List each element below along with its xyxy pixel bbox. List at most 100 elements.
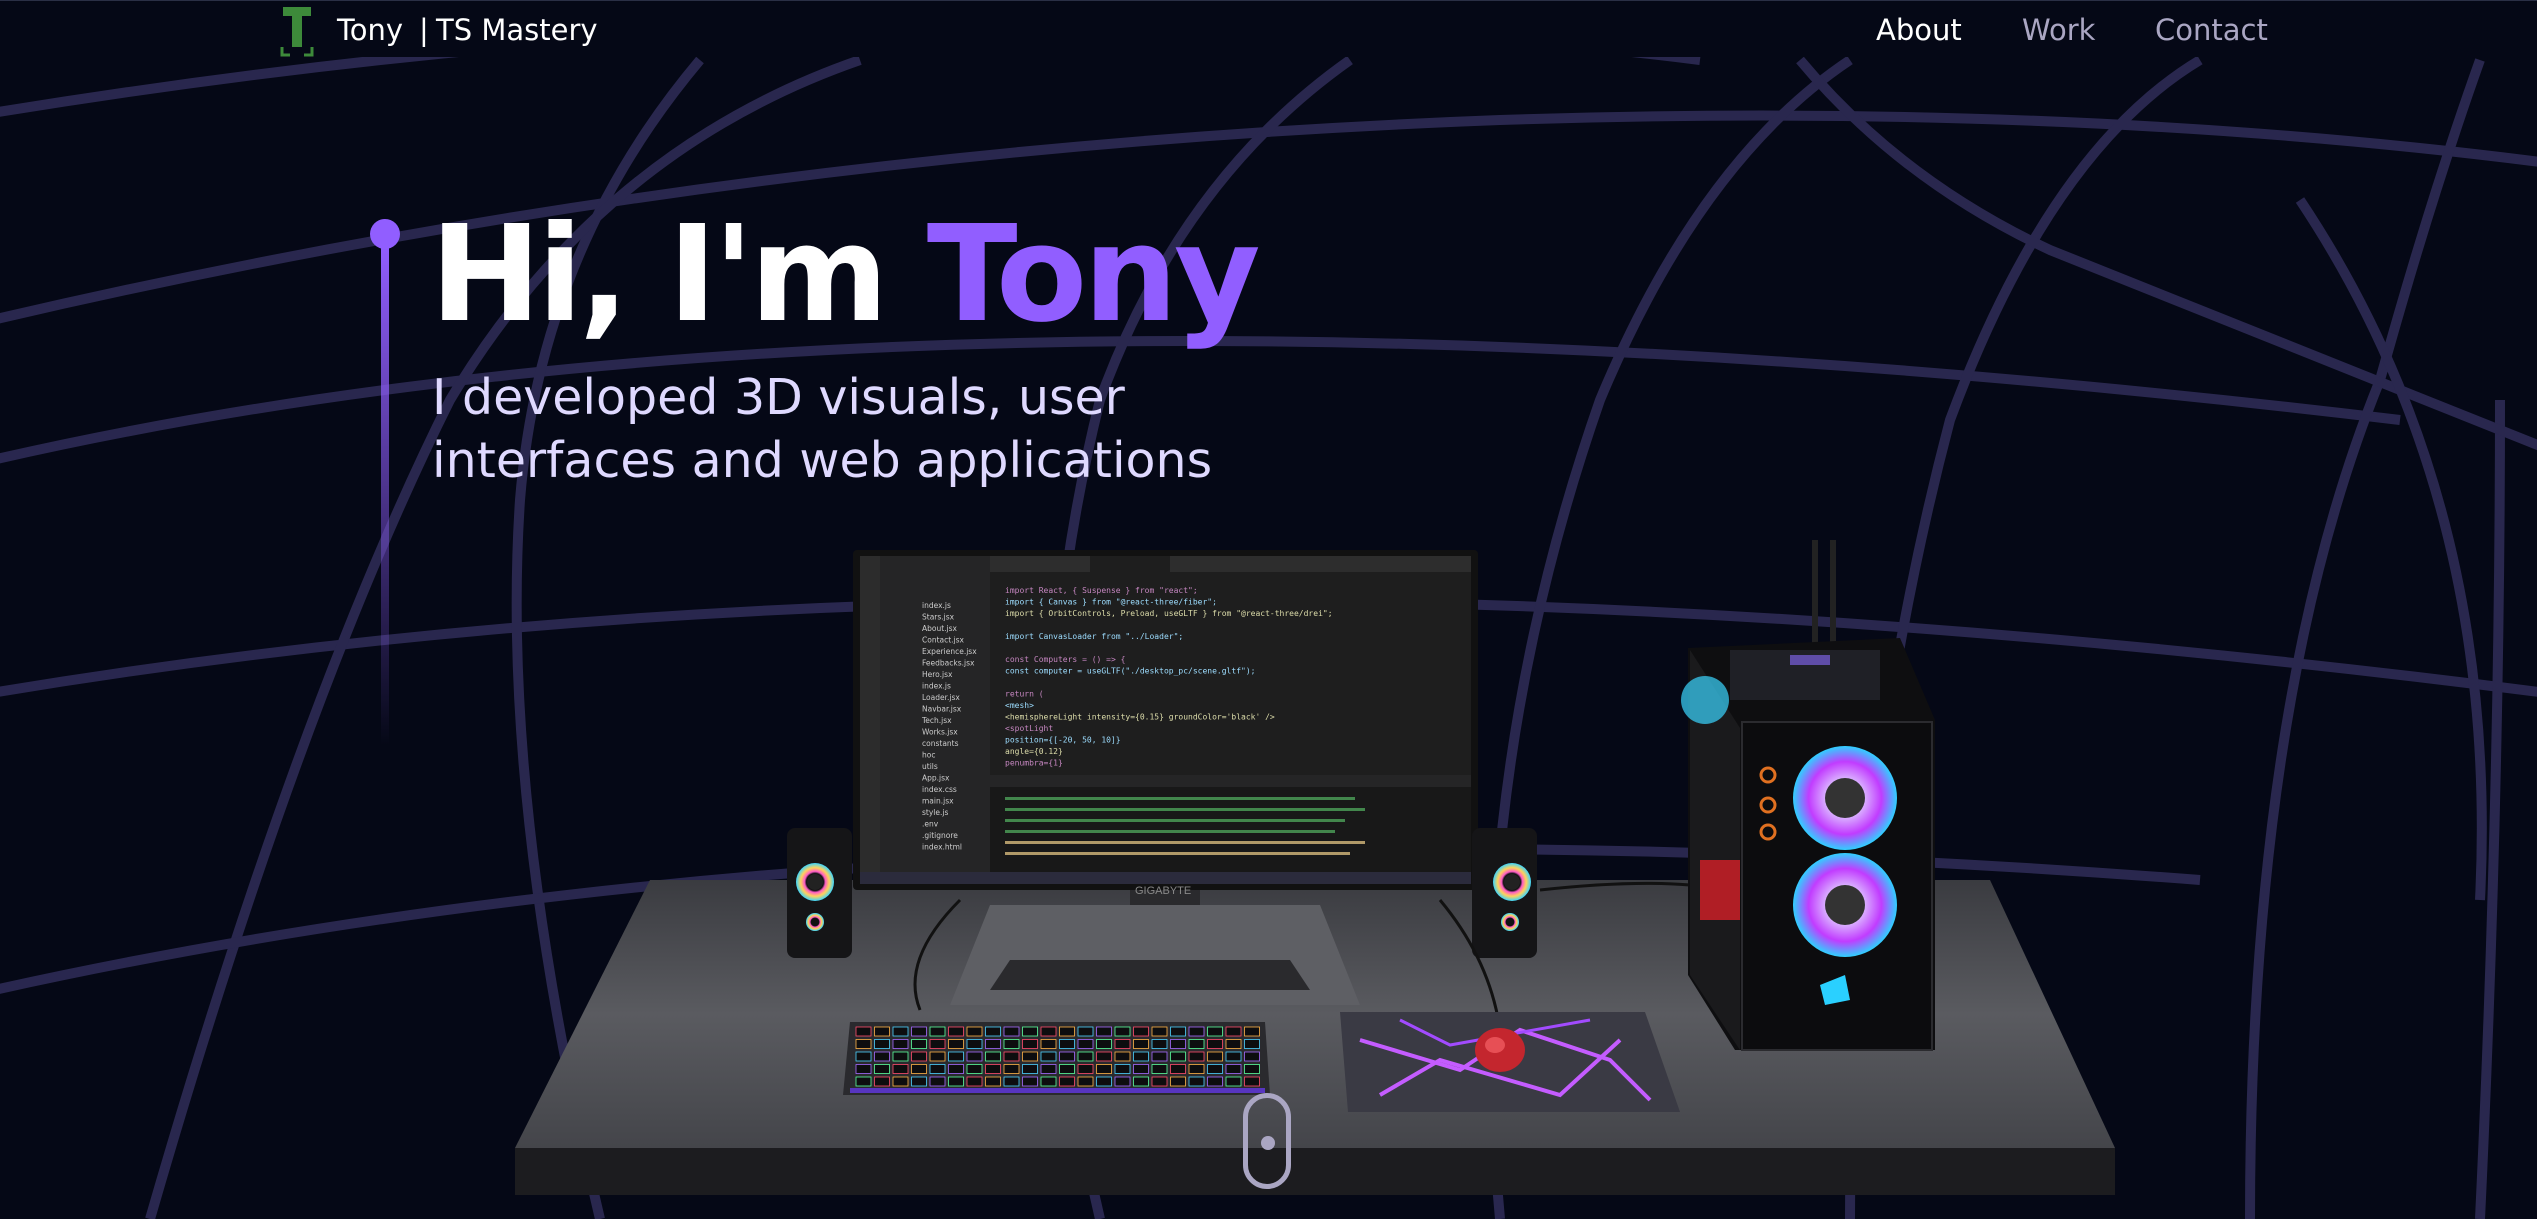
keyboard-key: [1022, 1076, 1038, 1087]
keyboard-key: [1133, 1039, 1149, 1049]
keyboard-key: [1114, 1076, 1131, 1087]
code-line: import CanvasLoader from "../Loader";: [1005, 632, 1183, 641]
keyboard-key: [1207, 1064, 1223, 1074]
code-line: <mesh>: [1005, 701, 1034, 710]
keyboard-key: [985, 1051, 1001, 1062]
keyboard-key: [1170, 1039, 1186, 1049]
keyboard-key: [966, 1076, 983, 1087]
keyboard-key: [948, 1076, 964, 1087]
keyboard-key: [1225, 1026, 1242, 1037]
keyboard-key: [1040, 1039, 1057, 1049]
code-line: penumbra={1}: [1005, 759, 1063, 768]
desktop-pc-scene[interactable]: GIGABYTE import React, { Suspense } from…: [0, 0, 2537, 1219]
keyboard-key: [1096, 1026, 1112, 1037]
nav-link-about[interactable]: About: [1876, 13, 1962, 47]
keyboard-key: [1022, 1039, 1038, 1049]
keyboard-key: [911, 1039, 927, 1049]
keyboard-key: [1225, 1039, 1242, 1049]
keyboard-key: [1077, 1076, 1094, 1087]
keyboard-key: [1003, 1076, 1020, 1087]
t-logo-icon[interactable]: [278, 3, 316, 58]
keyboard-key: [1040, 1076, 1057, 1087]
keyboard-key: [855, 1039, 872, 1049]
keyboard-key: [948, 1064, 964, 1074]
explorer-file-item: Stars.jsx: [922, 613, 955, 622]
keyboard-key: [1040, 1064, 1057, 1074]
keyboard-key: [855, 1076, 872, 1087]
explorer-file-item: index.css: [922, 785, 957, 794]
explorer-file-item: Hero.jsx: [922, 670, 953, 679]
brand-tagline[interactable]: TS Mastery: [436, 13, 598, 47]
code-line: position={[-20, 50, 10]}: [1005, 736, 1121, 745]
keyboard-key: [929, 1076, 946, 1087]
keyboard-key: [1077, 1039, 1094, 1049]
keyboard-key: [855, 1064, 872, 1074]
keyboard-key: [1151, 1026, 1168, 1037]
keyboard-key: [1207, 1039, 1223, 1049]
code-line: import React, { Suspense } from "react";: [1005, 586, 1198, 595]
keyboard-key: [1244, 1039, 1260, 1049]
keyboard-key: [1188, 1064, 1205, 1074]
explorer-file-item: Navbar.jsx: [922, 705, 962, 714]
keyboard-key: [985, 1076, 1001, 1087]
keyboard-key: [1225, 1051, 1242, 1062]
keyboard-key: [874, 1026, 890, 1037]
keyboard-key: [1114, 1051, 1131, 1062]
keyboard-key: [985, 1026, 1001, 1037]
keyboard-key: [1003, 1026, 1020, 1037]
code-line: <spotLight: [1005, 724, 1053, 733]
keyboard-key: [1225, 1076, 1242, 1087]
keyboard-key: [1151, 1051, 1168, 1062]
keyboard-key: [1059, 1026, 1075, 1037]
code-line: import { OrbitControls, Preload, useGLTF…: [1005, 609, 1333, 618]
brand-name[interactable]: Tony: [337, 13, 403, 47]
keyboard-key: [948, 1026, 964, 1037]
explorer-file-item: index.js: [922, 682, 951, 691]
nav-link-contact[interactable]: Contact: [2155, 13, 2268, 47]
keyboard: [843, 1022, 1270, 1095]
keyboard-key: [1188, 1039, 1205, 1049]
desk-front-edge: [515, 1148, 2115, 1195]
keyboard-key: [1170, 1076, 1186, 1087]
keyboard-key: [1133, 1076, 1149, 1087]
keyboard-key: [1244, 1076, 1260, 1087]
keyboard-key: [1151, 1076, 1168, 1087]
explorer-file-item: index.html: [922, 843, 962, 852]
explorer-file-item: hoc: [922, 751, 935, 760]
explorer-file-item: Contact.jsx: [922, 636, 965, 645]
keyboard-key: [1040, 1026, 1057, 1037]
keyboard-key: [966, 1026, 983, 1037]
code-line: const computer = useGLTF("./desktop_pc/s…: [1005, 667, 1255, 676]
explorer-file-item: .env: [922, 820, 939, 829]
left-speaker: [787, 828, 852, 958]
right-speaker: [1472, 828, 1537, 958]
keyboard-key: [892, 1026, 909, 1037]
keyboard-key: [1244, 1064, 1260, 1074]
keyboard-key: [1207, 1026, 1223, 1037]
keyboard-key: [1022, 1064, 1038, 1074]
explorer-file-item: About.jsx: [922, 624, 958, 633]
keyboard-key: [874, 1051, 890, 1062]
keyboard-key: [1170, 1064, 1186, 1074]
keyboard-key: [1133, 1064, 1149, 1074]
brand-separator: |: [419, 13, 429, 47]
mouse-scroll-icon[interactable]: [1243, 1093, 1291, 1189]
keyboard-key: [1003, 1051, 1020, 1062]
keyboard-key: [1207, 1076, 1223, 1087]
keyboard-key: [1022, 1026, 1038, 1037]
keyboard-key: [985, 1039, 1001, 1049]
keyboard-key: [1059, 1064, 1075, 1074]
keyboard-key: [966, 1039, 983, 1049]
nav-link-work[interactable]: Work: [2022, 13, 2095, 47]
keyboard-key: [855, 1051, 872, 1062]
keyboard-key: [1003, 1039, 1020, 1049]
keyboard-key: [985, 1064, 1001, 1074]
explorer-file-item: Works.jsx: [922, 728, 958, 737]
keyboard-key: [966, 1064, 983, 1074]
keyboard-key: [1151, 1039, 1168, 1049]
keyboard-key: [855, 1026, 872, 1037]
code-line: return (: [1005, 690, 1044, 699]
keyboard-key: [1207, 1051, 1223, 1062]
keyboard-key: [892, 1039, 909, 1049]
keyboard-key: [1059, 1076, 1075, 1087]
